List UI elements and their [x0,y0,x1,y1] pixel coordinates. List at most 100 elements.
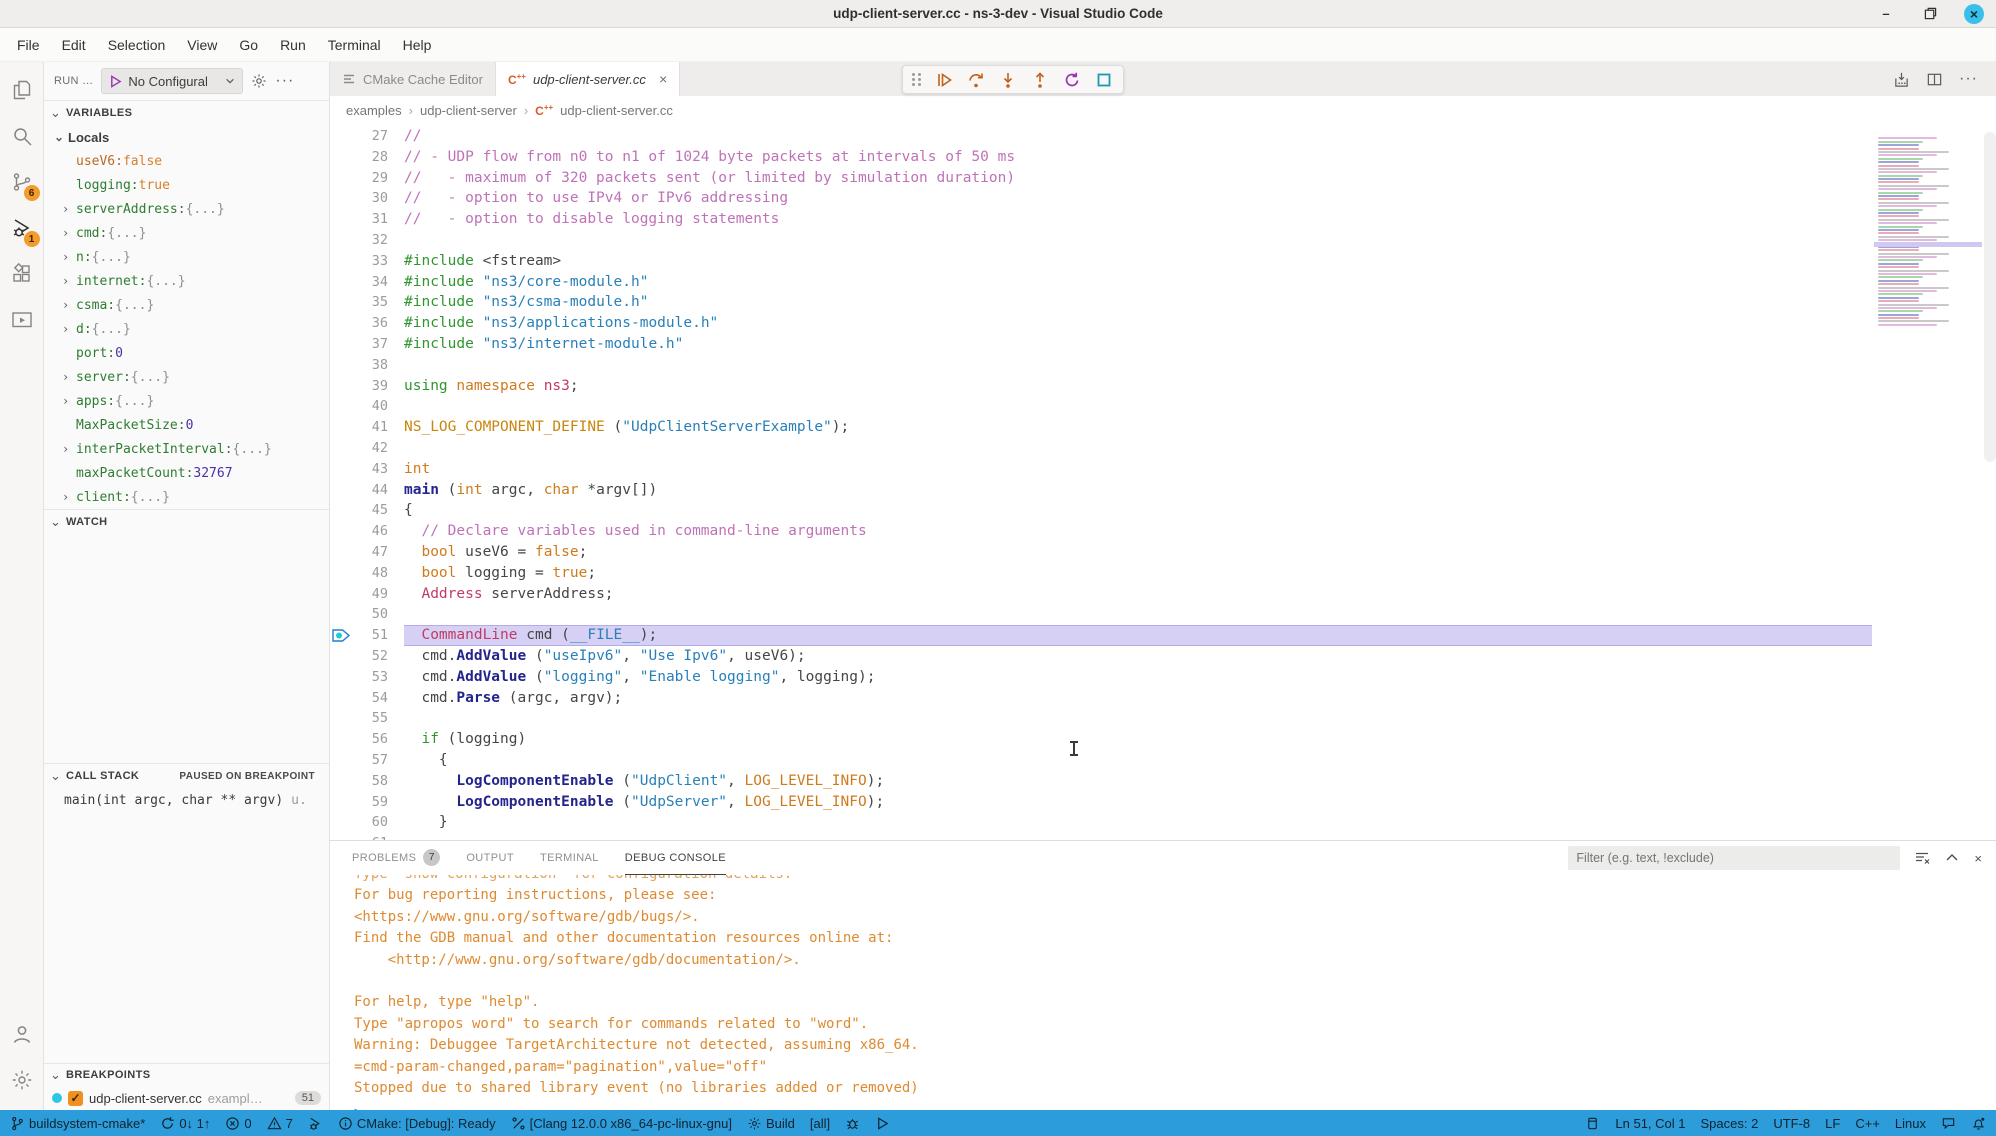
step-out-button[interactable] [1030,70,1050,90]
breadcrumb-item[interactable]: udp-client-server [420,103,517,118]
code-line[interactable]: 53 cmd.AddValue ("logging", "Enable logg… [330,667,1872,688]
code-line[interactable]: 33#include <fstream> [330,251,1872,272]
breakpoint-checkbox[interactable]: ✓ [68,1091,83,1106]
clear-console-icon[interactable] [1914,850,1930,866]
activity-remote-explorer[interactable] [0,298,44,344]
stack-frame[interactable]: main(int argc, char ** argv) u. [44,788,329,812]
variable-row[interactable]: ›internet: {...} [44,269,329,293]
minimize-button[interactable]: – [1876,4,1896,24]
variable-row[interactable]: ›apps: {...} [44,389,329,413]
step-into-button[interactable] [998,70,1018,90]
code-line[interactable]: 47 bool useV6 = false; [330,542,1872,563]
tab-udp-client-server[interactable]: C++ udp-client-server.cc × [496,62,680,96]
variable-row[interactable]: port: 0 [44,341,329,365]
variable-row[interactable]: ›n: {...} [44,245,329,269]
status-cmake-debug-ready[interactable]: CMake: [Debug]: Ready [338,1116,496,1131]
menu-help[interactable]: Help [394,33,441,57]
code-line[interactable]: 56 if (logging) [330,729,1872,750]
code-line[interactable]: 37#include "ns3/internet-module.h" [330,334,1872,355]
code-line[interactable]: 28// - UDP flow from n0 to n1 of 1024 by… [330,147,1872,168]
status-0-1[interactable]: 0↓ 1↑ [160,1116,210,1131]
code-line[interactable]: 41NS_LOG_COMPONENT_DEFINE ("UdpClientSer… [330,417,1872,438]
call-stack-header[interactable]: ⌄ CALL STACK PAUSED ON BREAKPOINT [44,764,329,788]
breakpoint-row[interactable]: ✓ udp-client-server.cc exampl… 51 [44,1086,329,1110]
menu-run[interactable]: Run [271,33,315,57]
status-debug-alt-icon[interactable] [308,1116,323,1131]
activity-accounts[interactable] [0,1012,44,1058]
activity-search[interactable] [0,114,44,160]
variables-header[interactable]: ⌄ VARIABLES [44,101,329,125]
minimap[interactable] [1874,124,1982,327]
code-line[interactable]: 43int [330,459,1872,480]
code-line[interactable]: 60 } [330,812,1872,833]
status-c[interactable]: C++ [1855,1116,1880,1131]
drag-handle-icon[interactable] [912,73,922,86]
code-line[interactable]: 45{ [330,500,1872,521]
variable-row[interactable]: ›d: {...} [44,317,329,341]
panel-tab-terminal[interactable]: TERMINAL [540,841,599,875]
stop-button[interactable] [1094,70,1114,90]
variable-row[interactable]: ›csma: {...} [44,293,329,317]
collapse-panel-icon[interactable] [1944,850,1960,866]
restart-button[interactable] [1062,70,1082,90]
breadcrumb-item[interactable]: udp-client-server.cc [560,103,673,118]
console-filter[interactable] [1568,846,1900,870]
panel-tab-debug-console[interactable]: DEBUG CONSOLE [625,841,726,875]
activity-extensions[interactable] [0,252,44,298]
status-buildsystem-cmake[interactable]: buildsystem-cmake* [10,1116,145,1131]
activity-manage[interactable] [0,1058,44,1104]
close-panel-icon[interactable]: × [1974,851,1982,866]
code-line[interactable]: 58 LogComponentEnable ("UdpClient", LOG_… [330,771,1872,792]
code-line[interactable]: 35#include "ns3/csma-module.h" [330,292,1872,313]
open-changes-icon[interactable] [1893,71,1910,88]
code-line[interactable]: 52 cmd.AddValue ("useIpv6", "Use Ipv6", … [330,646,1872,667]
status-lf[interactable]: LF [1825,1116,1840,1131]
activity-explorer[interactable] [0,68,44,114]
status-all[interactable]: [all] [810,1116,830,1131]
tab-cmake-cache-editor[interactable]: CMake Cache Editor [330,62,496,96]
status-build[interactable]: Build [747,1116,795,1131]
activity-run-and-debug[interactable]: 1 [0,206,44,252]
debug-console[interactable]: Type "show configuration" for configurat… [330,875,1996,1110]
status-box-icon[interactable] [1585,1116,1600,1131]
code-line[interactable]: 30// - option to use IPv4 or IPv6 addres… [330,188,1872,209]
code-line[interactable]: 44main (int argc, char *argv[]) [330,480,1872,501]
variable-row[interactable]: ›serverAddress: {...} [44,197,329,221]
status-bell-dot-icon[interactable] [1971,1116,1986,1131]
close-tab-icon[interactable]: × [659,71,667,87]
variable-row[interactable]: logging: true [44,173,329,197]
code-line[interactable]: 27// [330,126,1872,147]
code-line[interactable]: 38 [330,355,1872,376]
panel-tab-problems[interactable]: PROBLEMS7 [352,841,440,875]
code-line[interactable]: 40 [330,396,1872,417]
menu-terminal[interactable]: Terminal [319,33,390,57]
continue-button[interactable] [934,70,954,90]
code-line[interactable]: 48 bool logging = true; [330,563,1872,584]
code-line[interactable]: 57 { [330,750,1872,771]
console-prompt[interactable]: > [354,1103,1996,1110]
status-ln-51-col-1[interactable]: Ln 51, Col 1 [1615,1116,1685,1131]
variable-row[interactable]: ›cmd: {...} [44,221,329,245]
code-line[interactable]: 51 CommandLine cmd (__FILE__); [330,625,1872,646]
variable-row[interactable]: ›interPacketInterval: {...} [44,437,329,461]
step-over-button[interactable] [966,70,986,90]
editor-scrollbar[interactable] [1984,132,1996,462]
code-line[interactable]: 49 Address serverAddress; [330,584,1872,605]
code-line[interactable]: 54 cmd.Parse (argc, argv); [330,688,1872,709]
start-debug-icon[interactable] [109,75,122,88]
menu-selection[interactable]: Selection [99,33,175,57]
code-line[interactable]: 34#include "ns3/core-module.h" [330,272,1872,293]
menu-go[interactable]: Go [230,33,267,57]
code-editor[interactable]: 27//28// - UDP flow from n0 to n1 of 102… [330,124,1996,840]
status-play-icon[interactable] [875,1116,890,1131]
status-linux[interactable]: Linux [1895,1116,1926,1131]
variable-row[interactable]: maxPacketCount: 32767 [44,461,329,485]
status-feedback-icon[interactable] [1941,1116,1956,1131]
gear-icon[interactable] [251,73,267,89]
variable-row[interactable]: MaxPacketSize: 0 [44,413,329,437]
code-line[interactable]: 50 [330,604,1872,625]
split-editor-icon[interactable] [1926,71,1943,88]
code-line[interactable]: 39using namespace ns3; [330,376,1872,397]
watch-header[interactable]: ⌄ WATCH [44,510,329,534]
close-button[interactable]: × [1964,4,1984,24]
